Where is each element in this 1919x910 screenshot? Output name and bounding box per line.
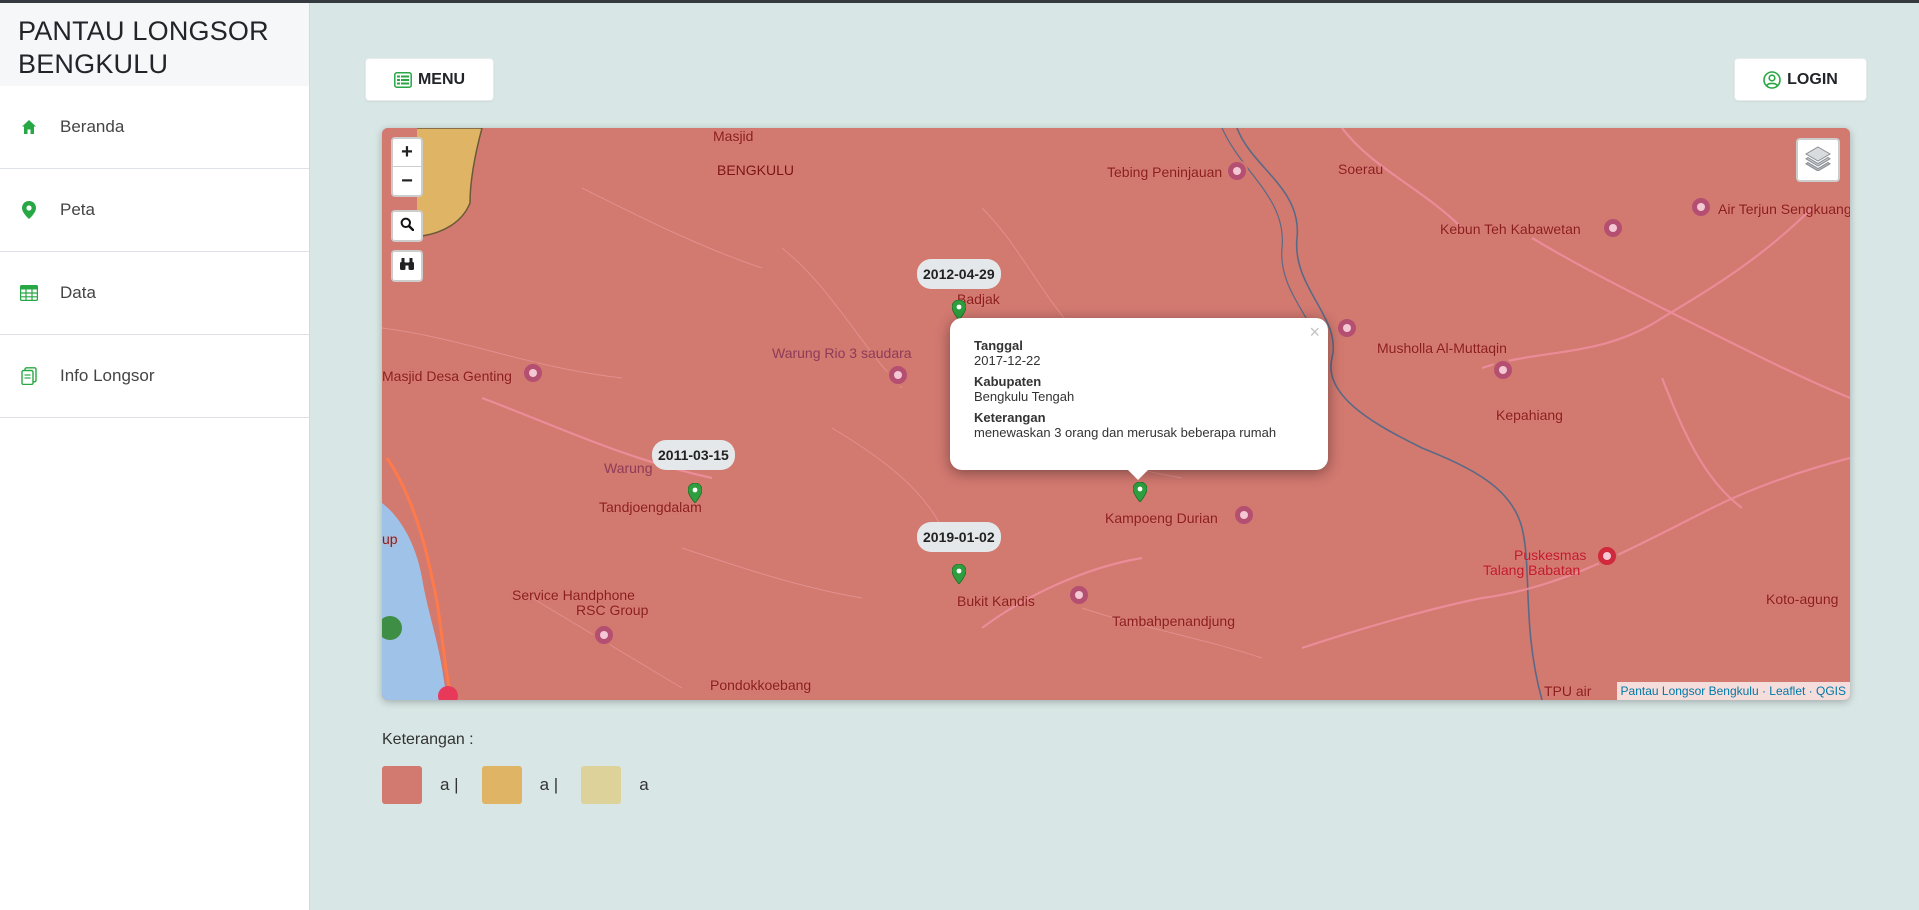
place-tpu-air: TPU air <box>1544 683 1592 699</box>
place-kepahiang: Kepahiang <box>1496 407 1563 423</box>
popup-regency-key: Kabupaten <box>974 374 1042 389</box>
sidebar: PANTAU LONGSOR BENGKULU Beranda Peta Dat… <box>0 3 310 910</box>
place-puskesmas: Puskesmas <box>1514 547 1587 563</box>
mosque-poi-icon <box>522 362 544 384</box>
legend-swatch <box>382 766 422 804</box>
binoculars-icon <box>399 257 415 276</box>
place-rsc-group: RSC Group <box>576 602 649 618</box>
legend-swatch <box>581 766 622 804</box>
place-soerau: Soerau <box>1338 161 1384 177</box>
sidebar-item-data[interactable]: Data <box>0 252 309 335</box>
map-marker-icon[interactable] <box>952 564 966 584</box>
menu-icon <box>393 71 412 88</box>
landslide-map[interactable]: Masjid BENGKULU Tebing Peninjauan Soerau… <box>382 128 1850 700</box>
menu-button[interactable]: MENU <box>365 58 494 101</box>
place-tambahpenandjung: Tambahpenandjung <box>1112 613 1235 629</box>
legend-title: Keterangan : <box>382 731 474 748</box>
zoom-control: + − <box>391 137 423 197</box>
zoom-out-button[interactable]: − <box>393 167 421 195</box>
place-air-terjun: Air Terjun Sengkuang <box>1718 201 1850 217</box>
popup-description-key: Keterangan <box>974 410 1046 425</box>
shop-poi-icon <box>1336 317 1358 339</box>
sidebar-item-label: Info Longsor <box>60 366 155 385</box>
legend-label: a | <box>440 775 459 794</box>
popup-date-key: Tanggal <box>974 338 1023 353</box>
search-icon <box>400 217 415 236</box>
hospital-poi-icon <box>1596 545 1618 567</box>
popup-description-value: menewaskan 3 orang dan merusak beberapa … <box>974 425 1277 440</box>
marker-date-label: 2011-03-15 <box>652 440 735 470</box>
table-icon <box>18 282 40 304</box>
login-label: LOGIN <box>1787 70 1838 88</box>
place-talang-babatan: Talang Babatan <box>1483 562 1581 578</box>
place-bengkulu: BENGKULU <box>717 162 795 178</box>
map-attribution[interactable]: Pantau Longsor Bengkulu · Leaflet · QGIS <box>1616 682 1850 700</box>
popup-regency-value: Bengkulu Tengah <box>974 389 1075 404</box>
menu-label: MENU <box>417 70 466 88</box>
layers-icon <box>1804 145 1832 176</box>
search-button[interactable] <box>391 210 423 242</box>
user-circle-icon <box>1763 70 1781 89</box>
sidebar-item-label: Beranda <box>60 117 125 136</box>
place-pondokkoebang: Pondokkoebang <box>710 677 812 693</box>
sidebar-item-label: Peta <box>60 200 95 219</box>
place-masjid-desa: Masjid Desa Genting <box>382 368 512 384</box>
place-bukit-kandis: Bukit Kandis <box>957 593 1035 609</box>
document-icon <box>18 365 40 387</box>
place-koto-agung: Koto-agung <box>1766 591 1839 607</box>
mosque-poi-icon <box>1492 359 1514 381</box>
camera-poi-icon <box>1690 196 1712 218</box>
sidebar-item-info-longsor[interactable]: Info Longsor <box>0 335 309 418</box>
place-musholla: Musholla Al-Muttaqin <box>1377 340 1507 356</box>
locate-button[interactable] <box>391 250 423 282</box>
place-warung-rio: Warung Rio 3 saudara <box>772 345 912 361</box>
camera-poi-icon <box>1226 160 1248 182</box>
login-button[interactable]: LOGIN <box>1734 58 1867 101</box>
camera-poi-icon <box>1233 504 1255 526</box>
layers-button[interactable] <box>1796 138 1840 182</box>
place-service-handphone: Service Handphone <box>512 587 635 603</box>
legend-label: a <box>639 775 649 794</box>
brand-title: PANTAU LONGSOR BENGKULU <box>0 3 309 86</box>
landslide-popup: × Tanggal 2017-12-22 Kabupaten Bengkulu … <box>950 318 1328 480</box>
place-kampoeng-durian: Kampoeng Durian <box>1105 510 1218 526</box>
map-legend: a | a | a <box>382 766 672 804</box>
marker-date-label: 2012-04-29 <box>917 259 1001 289</box>
place-kebun-teh: Kebun Teh Kabawetan <box>1440 221 1581 237</box>
map-marker-icon[interactable] <box>688 483 702 503</box>
map-marker-icon[interactable] <box>1133 482 1147 502</box>
sidebar-item-label: Data <box>60 283 96 302</box>
camera-poi-icon <box>1068 584 1090 606</box>
map-marker-icon[interactable] <box>952 300 966 320</box>
location-poi-icon <box>593 624 615 646</box>
sidebar-item-beranda[interactable]: Beranda <box>0 86 309 169</box>
zoom-in-button[interactable]: + <box>393 139 421 167</box>
legend-label: a | <box>539 775 559 794</box>
place-tandjoengdalam: Tandjoengdalam <box>599 499 702 515</box>
place-tebing-peninjauan: Tebing Peninjauan <box>1107 164 1223 180</box>
sidebar-item-peta[interactable]: Peta <box>0 169 309 252</box>
marker-date-label: 2019-01-02 <box>917 522 1001 552</box>
camera-poi-icon <box>1602 217 1624 239</box>
place-masjid: Masjid <box>713 128 754 144</box>
popup-close-button[interactable]: × <box>1309 322 1320 343</box>
place-up: up <box>382 531 398 547</box>
map-pin-icon <box>18 199 40 221</box>
shop-poi-icon <box>887 364 909 386</box>
legend-swatch <box>481 766 522 804</box>
place-warung: Warung <box>604 460 653 476</box>
home-icon <box>18 116 40 138</box>
popup-date-value: 2017-12-22 <box>974 353 1041 368</box>
top-border <box>0 0 1919 3</box>
